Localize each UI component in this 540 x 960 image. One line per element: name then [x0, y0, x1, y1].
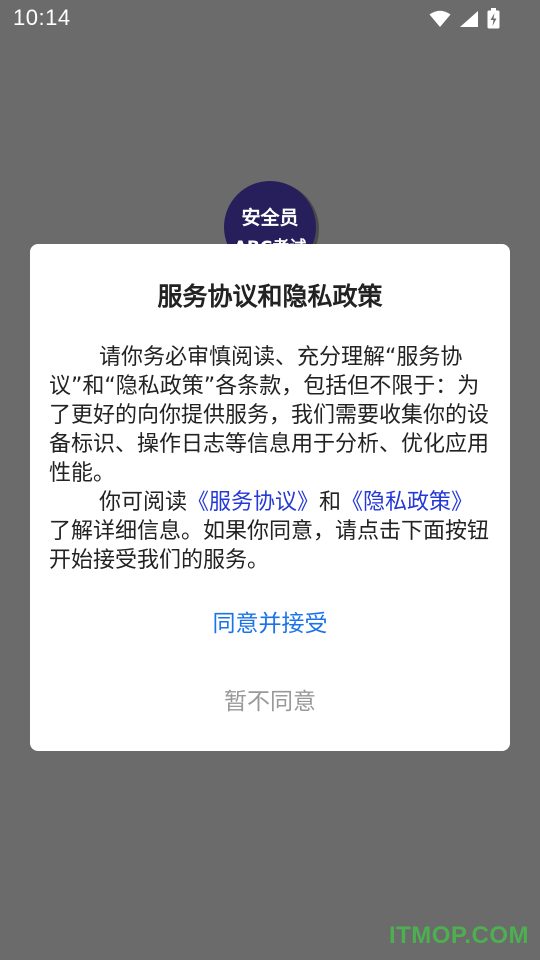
privacy-policy-link[interactable]: 《隐私政策》 — [341, 490, 473, 515]
dialog-title: 服务协议和隐私政策 — [157, 282, 383, 311]
service-agreement-link[interactable]: 《服务协议》 — [187, 490, 319, 515]
dialog-paragraph-2: 你可阅读《服务协议》和《隐私政策》了解详细信息。如果你同意，请点击下面按钮开始接… — [49, 488, 495, 575]
watermark: ITMOP.COM — [388, 922, 529, 949]
paragraph-2-and: 和 — [319, 490, 342, 515]
dialog-body: 请你务必审慎阅读、充分理解“服务协议”和“隐私政策”各条款，包括但不限于：为了更… — [49, 343, 495, 575]
paragraph-2-prefix: 你可阅读 — [99, 490, 188, 515]
battery-charging-icon — [487, 8, 500, 33]
logo-text-line1: 安全员 — [241, 207, 299, 229]
status-icons — [429, 8, 500, 33]
disagree-button[interactable]: 暂不同意 — [120, 680, 420, 724]
status-time: 10:14 — [13, 5, 71, 30]
agree-button[interactable]: 同意并接受 — [120, 602, 420, 646]
signal-icon — [459, 10, 479, 32]
wifi-icon — [429, 10, 451, 32]
status-bar: 10:14 — [0, 0, 540, 38]
paragraph-2-suffix: 了解详细信息。如果你同意，请点击下面按钮开始接受我们的服务。 — [49, 519, 490, 573]
privacy-dialog: 服务协议和隐私政策 请你务必审慎阅读、充分理解“服务协议”和“隐私政策”各条款，… — [30, 244, 510, 751]
dialog-paragraph-1: 请你务必审慎阅读、充分理解“服务协议”和“隐私政策”各条款，包括但不限于：为了更… — [49, 345, 490, 486]
